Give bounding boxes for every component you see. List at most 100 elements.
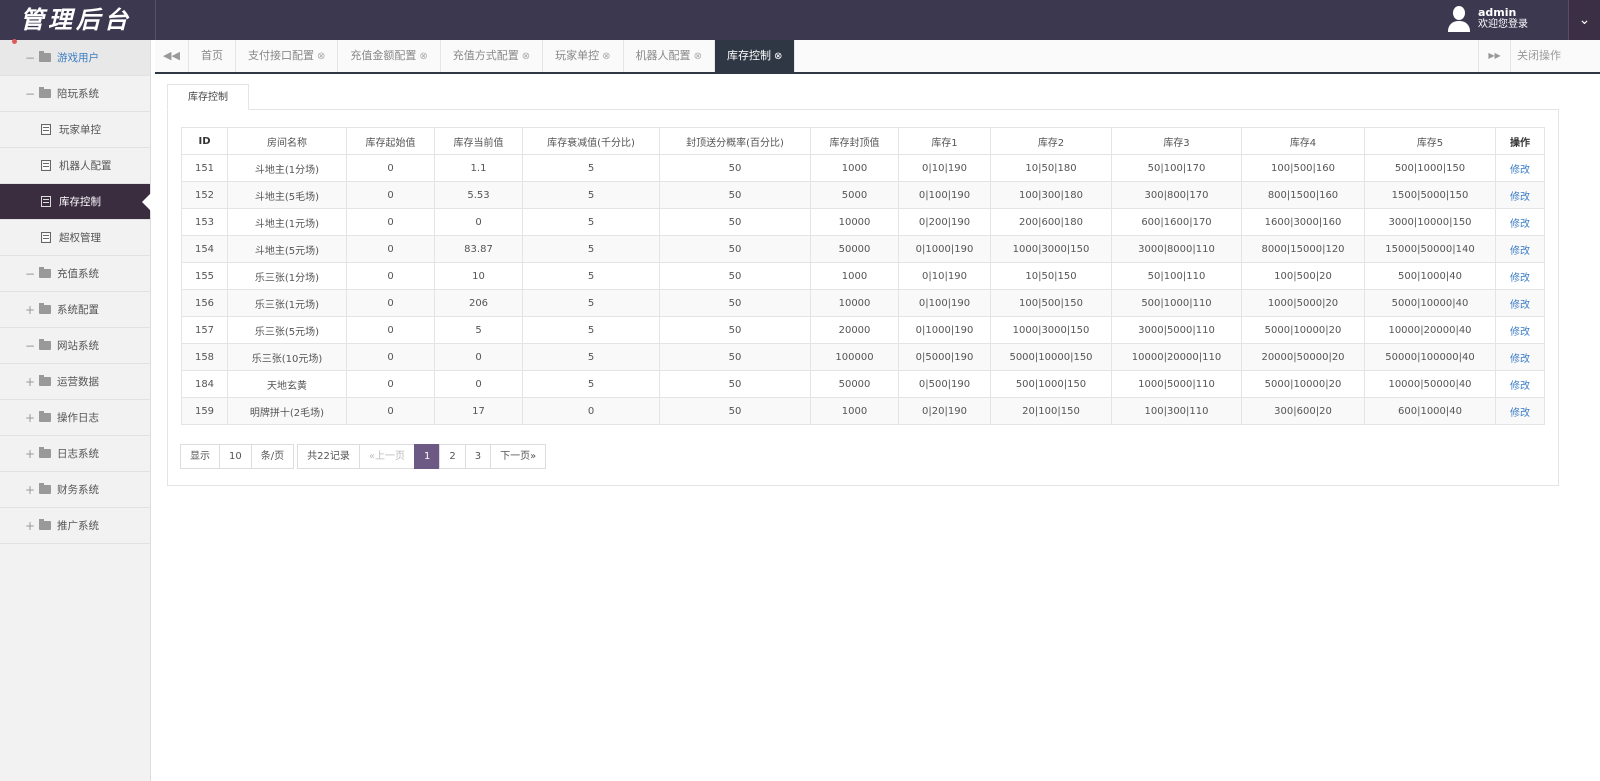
table-cell: 500|1000|110 xyxy=(1111,289,1242,317)
tab-bar: ◀◀ 首页 支付接口配置 ⊗ 充值金额配置 ⊗ 充值方式配置 ⊗ 玩家单控 ⊗ 机器人配置 ⊗ 库存控… xyxy=(155,40,1600,74)
logo: 管理后台 xyxy=(0,0,156,40)
close-icon[interactable]: ⊗ xyxy=(602,51,610,62)
tab[interactable]: 首页 xyxy=(189,40,236,72)
page-button[interactable]: 3 xyxy=(464,444,492,469)
table-cell: 50000 xyxy=(810,370,899,398)
table-cell: 0|200|190 xyxy=(898,208,991,236)
table-cell: 1600|3000|160 xyxy=(1241,208,1365,236)
close-icon[interactable]: ⊗ xyxy=(419,51,427,62)
table-cell: 0 xyxy=(346,343,435,371)
next-page-button[interactable]: 下一页» xyxy=(490,444,547,469)
tab-label: 库存控制 xyxy=(726,49,771,62)
edit-link[interactable]: 修改 xyxy=(1510,165,1530,176)
expand-icon[interactable]: + xyxy=(25,447,37,461)
tab[interactable]: 库存控制 ⊗ xyxy=(714,40,796,72)
action-cell: 修改 xyxy=(1495,316,1545,344)
table-cell: 50 xyxy=(659,316,811,344)
sidebar-item[interactable]: + 运营数据 xyxy=(0,364,150,400)
sidebar-item[interactable]: 玩家单控 xyxy=(0,112,150,148)
close-operations-dropdown[interactable]: 关闭操作 xyxy=(1510,40,1600,72)
table-row: 184 天地玄黄 0 0 5 50 50000 0|500|190 500|1000|150 10… xyxy=(181,370,1545,398)
sidebar-item[interactable]: − 充值系统 xyxy=(0,256,150,292)
column-header: 封顶送分概率(百分比) xyxy=(659,127,811,155)
table-cell: 50|100|170 xyxy=(1111,154,1242,182)
table-cell: 斗地主(5毛场) xyxy=(227,181,347,209)
table-cell: 100|500|160 xyxy=(1241,154,1365,182)
action-cell: 修改 xyxy=(1495,208,1545,236)
table-cell: 50 xyxy=(659,397,811,425)
close-icon[interactable]: ⊗ xyxy=(522,51,530,62)
edit-link[interactable]: 修改 xyxy=(1510,273,1530,284)
edit-link[interactable]: 修改 xyxy=(1510,327,1530,338)
sidebar-item[interactable]: 库存控制 xyxy=(0,184,151,220)
tab[interactable]: 充值方式配置 ⊗ xyxy=(441,40,544,72)
close-icon[interactable]: ⊗ xyxy=(694,51,702,62)
scroll-left-icon[interactable]: ◀◀ xyxy=(155,40,189,72)
chevron-down-icon[interactable]: ⌄ xyxy=(1568,0,1600,40)
table-cell: 明牌拼十(2毛场) xyxy=(227,397,347,425)
table-cell: 158 xyxy=(181,343,228,371)
table-cell: 0|10|190 xyxy=(898,262,991,290)
page-button[interactable]: 1 xyxy=(413,444,441,469)
expand-icon[interactable]: + xyxy=(25,375,37,389)
sidebar-item[interactable]: − 陪玩系统 xyxy=(0,76,150,112)
sidebar-item[interactable]: + 日志系统 xyxy=(0,436,150,472)
sidebar-item[interactable]: − 游戏用户 xyxy=(0,40,150,76)
edit-link[interactable]: 修改 xyxy=(1510,300,1530,311)
table-cell: 15000|50000|140 xyxy=(1364,235,1496,263)
prev-page-button[interactable]: «上一页 xyxy=(358,444,415,469)
page-size-select[interactable]: 10 xyxy=(219,444,252,469)
table-cell: 0 xyxy=(346,289,435,317)
top-header: 管理后台 admin 欢迎您登录 ⌄ xyxy=(0,0,1600,40)
sidebar-item-label: 机器人配置 xyxy=(59,160,112,172)
table-cell: 5000|10000|150 xyxy=(990,343,1112,371)
table-cell: 50|100|110 xyxy=(1111,262,1242,290)
user-info[interactable]: admin 欢迎您登录 xyxy=(1448,6,1528,32)
table-cell: 0|20|190 xyxy=(898,397,991,425)
sidebar-item[interactable]: 超权管理 xyxy=(0,220,150,256)
tab-label: 玩家单控 xyxy=(555,49,600,62)
close-icon[interactable]: ⊗ xyxy=(317,51,325,62)
expand-icon[interactable]: + xyxy=(25,411,37,425)
sidebar-item-label: 财务系统 xyxy=(57,484,99,496)
edit-link[interactable]: 修改 xyxy=(1510,381,1530,392)
sidebar-item[interactable]: + 财务系统 xyxy=(0,472,150,508)
scroll-right-icon[interactable]: ▶▶ xyxy=(1478,40,1510,72)
panel-tab[interactable]: 库存控制 xyxy=(167,84,249,110)
total-records: 共22记录 xyxy=(297,444,360,469)
edit-link[interactable]: 修改 xyxy=(1510,354,1530,365)
sidebar-item-label: 操作日志 xyxy=(57,412,99,424)
sidebar-item[interactable]: − 网站系统 xyxy=(0,328,150,364)
edit-link[interactable]: 修改 xyxy=(1510,192,1530,203)
collapse-icon[interactable]: − xyxy=(25,267,37,281)
close-icon[interactable]: ⊗ xyxy=(774,51,782,62)
table-cell: 200|600|180 xyxy=(990,208,1112,236)
sidebar-item[interactable]: 机器人配置 xyxy=(0,148,150,184)
notification-dot xyxy=(12,39,17,44)
tab[interactable]: 充值金额配置 ⊗ xyxy=(338,40,441,72)
sidebar-item-label: 运营数据 xyxy=(57,376,99,388)
table-cell: 斗地主(1元场) xyxy=(227,208,347,236)
edit-link[interactable]: 修改 xyxy=(1510,408,1530,419)
tab[interactable]: 玩家单控 ⊗ xyxy=(543,40,624,72)
sidebar-item-label: 充值系统 xyxy=(57,268,99,280)
expand-icon[interactable]: + xyxy=(25,483,37,497)
sidebar-item[interactable]: + 推广系统 xyxy=(0,508,150,544)
table-cell: 1000|5000|110 xyxy=(1111,370,1242,398)
page-button[interactable]: 2 xyxy=(439,444,466,469)
document-icon xyxy=(41,196,51,207)
collapse-icon[interactable]: − xyxy=(25,51,37,65)
table-cell: 乐三张(1元场) xyxy=(227,289,347,317)
expand-icon[interactable]: + xyxy=(25,519,37,533)
column-header: 库存4 xyxy=(1241,127,1365,155)
sidebar-item[interactable]: + 操作日志 xyxy=(0,400,150,436)
edit-link[interactable]: 修改 xyxy=(1510,219,1530,230)
expand-icon[interactable]: + xyxy=(25,303,37,317)
collapse-icon[interactable]: − xyxy=(25,339,37,353)
tab[interactable]: 机器人配置 ⊗ xyxy=(624,40,715,72)
tab[interactable]: 支付接口配置 ⊗ xyxy=(236,40,339,72)
collapse-icon[interactable]: − xyxy=(25,87,37,101)
sidebar-item[interactable]: + 系统配置 xyxy=(0,292,150,328)
action-cell: 修改 xyxy=(1495,343,1545,371)
edit-link[interactable]: 修改 xyxy=(1510,246,1530,257)
